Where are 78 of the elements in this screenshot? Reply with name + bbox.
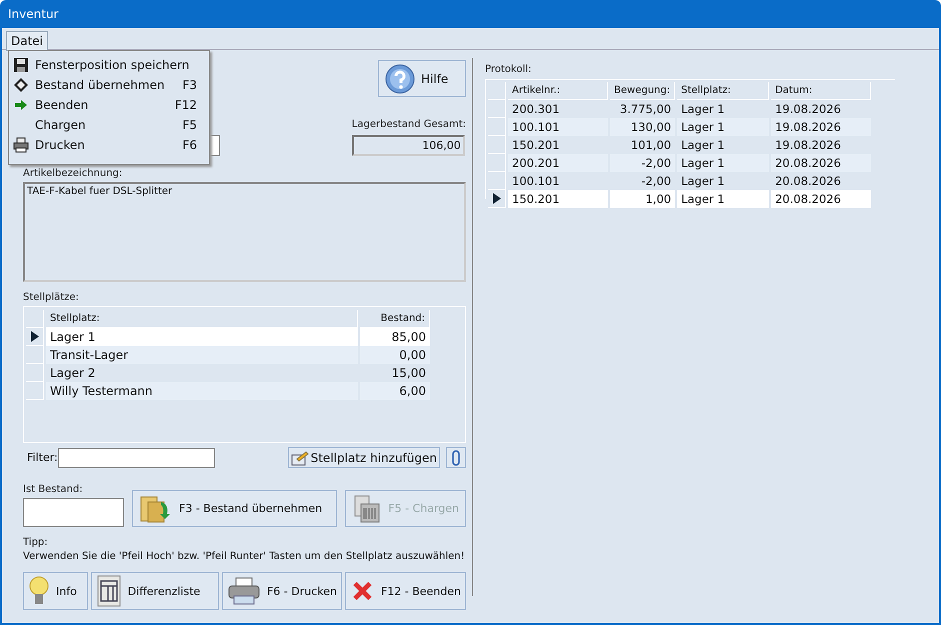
filter-field[interactable] bbox=[58, 448, 215, 468]
apply-stock-button[interactable]: F3 - Bestand übernehmen bbox=[132, 490, 338, 527]
folder-arrow-icon bbox=[139, 494, 173, 524]
row-marker[interactable] bbox=[26, 328, 44, 346]
row-marker[interactable] bbox=[26, 382, 44, 400]
table-cell: Lager 1 bbox=[46, 328, 358, 346]
row-pointer-icon bbox=[493, 193, 501, 204]
table-cell: 20.08.2026 bbox=[771, 154, 872, 172]
actual-stock-field[interactable] bbox=[23, 498, 124, 527]
menu-entry[interactable]: Drucken F6 bbox=[9, 135, 209, 155]
table-cell: -2,00 bbox=[610, 154, 676, 172]
description-field[interactable]: TAE-F-Kabel fuer DSL-Splitter bbox=[23, 182, 466, 282]
table-cell: 100.101 bbox=[508, 118, 608, 136]
row-pointer-icon bbox=[31, 331, 39, 342]
table-cell: Lager 1 bbox=[677, 190, 770, 208]
print-button[interactable]: F6 - Drucken bbox=[222, 572, 342, 610]
menu-entry[interactable]: Beenden F12 bbox=[9, 95, 209, 115]
printer-icon bbox=[13, 137, 29, 153]
row-marker[interactable] bbox=[26, 364, 44, 382]
shortcut-label: F6 bbox=[182, 138, 197, 152]
help-icon bbox=[385, 64, 415, 94]
printer-icon bbox=[227, 576, 261, 606]
table-cell: 130,00 bbox=[610, 118, 676, 136]
table-cell: Transit-Lager bbox=[46, 346, 358, 364]
difference-list-button[interactable]: Differenzliste bbox=[90, 572, 219, 610]
field-label: Ist Bestand: bbox=[23, 484, 84, 495]
header-cell bbox=[26, 310, 44, 328]
row-marker[interactable] bbox=[488, 172, 506, 190]
menu-entry-label: Fensterposition speichern bbox=[35, 58, 190, 72]
row-marker[interactable] bbox=[26, 346, 44, 364]
field-label: Artikelbezeichnung: bbox=[23, 168, 124, 179]
shortcut-label: F5 bbox=[182, 118, 197, 132]
menu-item[interactable]: Datei bbox=[6, 30, 48, 50]
shortcut-label: F12 bbox=[174, 98, 197, 112]
menu-entry[interactable]: Chargen F5 bbox=[9, 115, 209, 135]
help-button[interactable]: Hilfe bbox=[378, 60, 466, 97]
paperclip-icon bbox=[452, 450, 460, 466]
row-marker[interactable] bbox=[488, 190, 506, 208]
add-location-button[interactable]: Stellplatz hinzufügen bbox=[288, 447, 440, 468]
table-cell: 85,00 bbox=[360, 328, 430, 346]
tip-label: Tipp: bbox=[23, 537, 49, 548]
section-label: Stellplätze: bbox=[23, 292, 80, 303]
window-title: Inventur bbox=[8, 7, 58, 21]
folder-edit-icon bbox=[290, 450, 309, 466]
table-cell: 0,00 bbox=[360, 346, 430, 364]
table-cell: Willy Testermann bbox=[46, 382, 358, 400]
shortcut-label: F3 bbox=[182, 78, 197, 92]
table-cell: 6,00 bbox=[360, 382, 430, 400]
table-cell: 150.201 bbox=[508, 190, 608, 208]
light-bulb-icon bbox=[28, 575, 50, 607]
exit-button[interactable]: F12 - Beenden bbox=[345, 572, 466, 610]
info-button[interactable]: Info bbox=[23, 572, 88, 610]
header-cell bbox=[488, 82, 506, 100]
menu-entry-label: Chargen bbox=[35, 118, 86, 132]
menu-entry[interactable]: Bestand übernehmen F3 bbox=[9, 75, 209, 95]
row-marker[interactable] bbox=[488, 136, 506, 154]
row-marker[interactable] bbox=[488, 118, 506, 136]
table-cell: Lager 1 bbox=[677, 118, 770, 136]
table-cell: 1,00 bbox=[610, 190, 676, 208]
attach-button[interactable] bbox=[446, 447, 466, 468]
section-label: Protokoll: bbox=[485, 64, 532, 75]
menu-entry[interactable]: Fensterposition speichern bbox=[9, 55, 209, 75]
table-cell: 20.08.2026 bbox=[771, 190, 872, 208]
table-cell: 200.201 bbox=[508, 154, 608, 172]
arrow-icon bbox=[13, 97, 29, 113]
total-stock-field: 106,00 bbox=[352, 135, 465, 156]
menu-entry-label: Beenden bbox=[35, 98, 88, 112]
document-table-icon bbox=[96, 575, 122, 607]
tip-text: Verwenden Sie die 'Pfeil Hoch' bzw. 'Pfeil Runter' Tasten um den Stellplatz auszuwählen! bbox=[23, 551, 466, 562]
menu-entry-label: Bestand übernehmen bbox=[35, 78, 165, 92]
table-cell: Lager 1 bbox=[677, 154, 770, 172]
row-marker[interactable] bbox=[488, 154, 506, 172]
field-label: Lagerbestand Gesamt: bbox=[352, 119, 466, 130]
menu-entry-label: Drucken bbox=[35, 138, 85, 152]
field-label: Filter: bbox=[27, 451, 58, 464]
barcode-box-icon bbox=[352, 494, 382, 524]
row-marker[interactable] bbox=[488, 100, 506, 118]
table-cell: 19.08.2026 bbox=[771, 118, 872, 136]
